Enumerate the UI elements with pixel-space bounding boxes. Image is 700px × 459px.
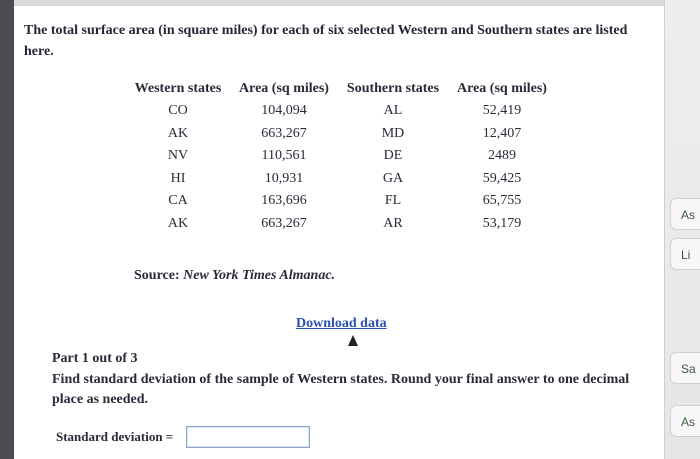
download-data-link[interactable]: Download data <box>296 316 387 332</box>
intro-text: The total surface area (in square miles)… <box>24 23 628 59</box>
western-state: AK <box>167 125 189 141</box>
side-button-3[interactable]: Sa <box>670 352 700 384</box>
southern-state: GA <box>382 170 404 186</box>
question-text: Find standard deviation of the sample of… <box>52 372 630 407</box>
table-row: HI 10,931 GA 59,425 <box>126 168 556 191</box>
header-area-western: Area (sq miles) <box>239 81 329 96</box>
western-state: CO <box>168 103 188 119</box>
western-state: NV <box>167 148 189 164</box>
southern-area: 52,419 <box>482 103 522 119</box>
side-button-4[interactable]: As <box>670 405 700 437</box>
header-southern-states: Southern states <box>346 81 440 96</box>
table-row: NV 110,561 DE 2489 <box>126 145 556 168</box>
source-prefix: Source: <box>134 268 184 283</box>
source-title: New York Times Almanac. <box>183 268 336 283</box>
table-row: AK 663,267 AR 53,179 <box>126 213 556 236</box>
standard-deviation-label: Standard deviation = <box>56 429 174 444</box>
southern-state: MD <box>381 125 405 141</box>
western-area: 104,094 <box>261 103 307 119</box>
table-header-row: Western states Area (sq miles) Southern … <box>126 80 556 100</box>
part-indicator: Part 1 out of 3 <box>52 351 138 366</box>
western-state: CA <box>168 193 188 209</box>
table-row: AK 663,267 MD 12,407 <box>126 123 556 146</box>
southern-state: FL <box>384 193 402 209</box>
header-area-southern: Area (sq miles) <box>457 81 547 96</box>
southern-area: 2489 <box>488 148 516 164</box>
western-state: HI <box>170 170 186 186</box>
question-content: The total surface area (in square miles)… <box>14 6 664 459</box>
southern-area: 12,407 <box>482 125 522 141</box>
area-table: Western states Area (sq miles) Southern … <box>126 80 556 235</box>
southern-state: AL <box>383 103 403 119</box>
table-row: CA 163,696 FL 65,755 <box>126 190 556 213</box>
western-state: AK <box>167 215 189 231</box>
southern-area: 53,179 <box>482 215 522 231</box>
left-border <box>0 0 14 459</box>
standard-deviation-input[interactable] <box>186 426 310 448</box>
table-row: CO 104,094 AL 52,419 <box>126 100 556 123</box>
western-area: 110,561 <box>261 148 307 164</box>
western-area: 663,267 <box>261 215 307 231</box>
western-area: 663,267 <box>261 125 307 141</box>
side-button-1[interactable]: As <box>670 198 700 230</box>
header-western-states: Western states <box>134 81 222 96</box>
western-area: 10,931 <box>264 170 304 186</box>
southern-state: DE <box>383 148 403 164</box>
western-area: 163,696 <box>261 193 307 209</box>
mouse-cursor-icon <box>348 335 358 346</box>
southern-area: 65,755 <box>482 193 522 209</box>
southern-state: AR <box>383 215 403 231</box>
southern-area: 59,425 <box>482 170 522 186</box>
source-citation: Source: New York Times Almanac. <box>134 268 335 284</box>
side-button-2[interactable]: Li <box>670 238 700 270</box>
page: The total surface area (in square miles)… <box>0 0 700 459</box>
